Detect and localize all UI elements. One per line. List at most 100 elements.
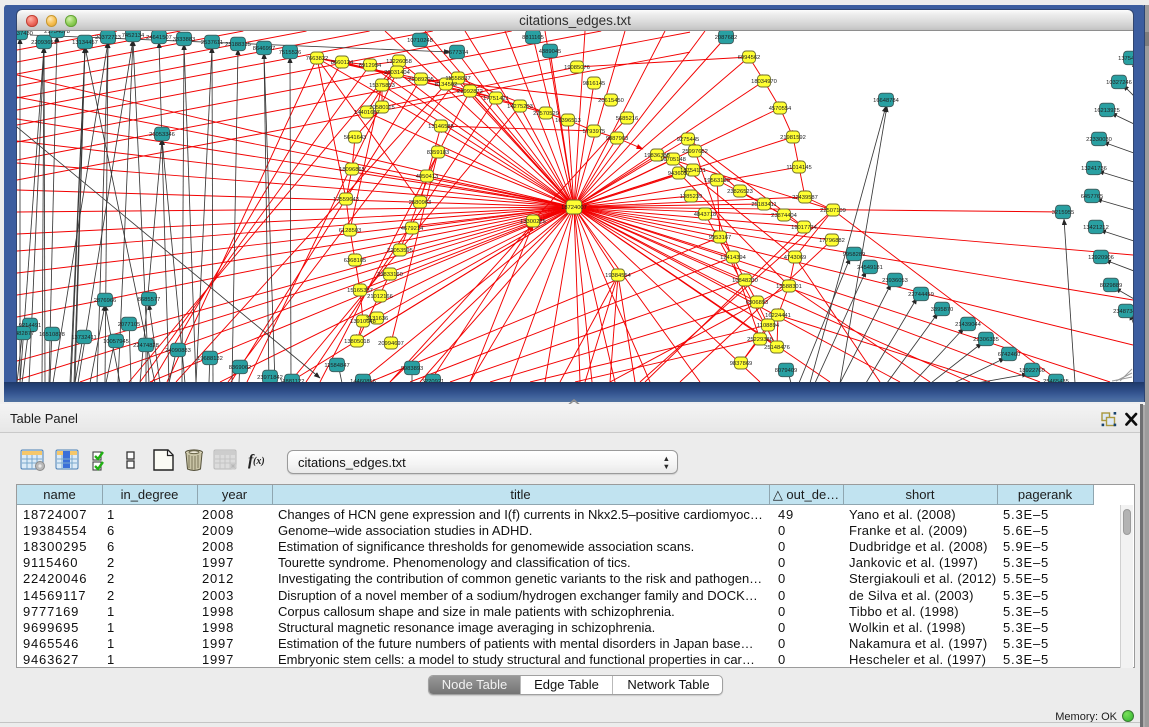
svg-text:11584847: 11584847 (324, 363, 349, 369)
svg-text:10710248: 10710248 (407, 38, 433, 44)
svg-text:8646997: 8646997 (253, 46, 276, 52)
svg-text:23188315: 23188315 (225, 42, 251, 48)
svg-text:8369062: 8369062 (229, 365, 252, 371)
svg-text:7515526: 7515526 (279, 50, 302, 56)
svg-text:17796882: 17796882 (819, 238, 845, 244)
svg-text:6306893: 6306893 (746, 300, 769, 306)
svg-text:8134562: 8134562 (435, 82, 458, 88)
svg-text:9887903: 9887903 (606, 136, 629, 142)
svg-text:10327246: 10327246 (1106, 80, 1132, 86)
svg-text:12920906: 12920906 (1088, 255, 1114, 261)
svg-text:14275203: 14275203 (507, 104, 533, 110)
svg-text:24090883: 24090883 (165, 348, 191, 354)
svg-text:18922760: 18922760 (1019, 368, 1045, 374)
svg-text:10848230: 10848230 (732, 278, 758, 284)
svg-text:18724007: 18724007 (561, 205, 587, 211)
svg-text:23826523: 23826523 (727, 189, 753, 195)
svg-text:13805018: 13805018 (344, 339, 370, 345)
svg-text:6368105: 6368105 (344, 258, 367, 264)
svg-text:1108894: 1108894 (757, 323, 780, 329)
svg-text:9953167: 9953167 (709, 235, 732, 241)
svg-text:24549181: 24549181 (857, 265, 883, 271)
svg-text:5685216: 5685216 (616, 116, 639, 122)
svg-text:17559643: 17559643 (333, 197, 359, 203)
svg-text:7663822: 7663822 (306, 56, 329, 62)
svg-text:22570529: 22570529 (533, 111, 559, 117)
svg-text:13146585: 13146585 (428, 124, 454, 130)
svg-text:9214491: 9214491 (19, 323, 42, 329)
svg-text:25148476: 25148476 (764, 345, 790, 351)
svg-text:25229388: 25229388 (747, 337, 773, 343)
svg-text:3220921: 3220921 (422, 379, 445, 382)
svg-text:22306335: 22306335 (973, 337, 999, 343)
svg-text:10837430: 10837430 (17, 31, 33, 37)
svg-text:19384554: 19384554 (605, 273, 632, 279)
svg-text:22507109: 22507109 (820, 208, 846, 214)
svg-text:19688132: 19688132 (197, 356, 223, 362)
svg-text:1385239: 1385239 (680, 194, 703, 200)
svg-text:8359183: 8359183 (427, 150, 450, 156)
svg-text:16648784: 16648784 (873, 98, 900, 104)
svg-text:8029889: 8029889 (1100, 283, 1123, 289)
svg-text:19017734: 19017734 (791, 225, 818, 231)
svg-text:25997682: 25997682 (682, 149, 708, 155)
svg-text:21981592: 21981592 (780, 135, 806, 141)
svg-text:8912954: 8912954 (359, 63, 382, 69)
svg-text:25089205: 25089205 (408, 77, 434, 83)
svg-text:24641507: 24641507 (146, 35, 172, 41)
svg-text:3215955: 3215955 (1052, 210, 1075, 216)
svg-text:16510878: 16510878 (39, 332, 65, 338)
svg-text:10057945: 10057945 (103, 339, 129, 345)
svg-text:22093651: 22093651 (31, 40, 57, 46)
svg-text:(x): (x) (253, 456, 265, 467)
svg-text:13421212: 13421212 (1083, 225, 1109, 231)
svg-text:2876966: 2876966 (94, 298, 117, 304)
svg-text:8685577: 8685577 (138, 297, 161, 303)
svg-text:13910648: 13910648 (350, 319, 376, 325)
svg-text:13754919: 13754919 (1118, 56, 1133, 62)
svg-text:4570554: 4570554 (769, 106, 792, 112)
svg-text:5641643: 5641643 (344, 135, 367, 141)
svg-text:23833160: 23833160 (377, 272, 403, 278)
svg-text:2087682: 2087682 (715, 35, 738, 41)
svg-text:18096865: 18096865 (339, 167, 365, 173)
svg-text:11881122: 11881122 (280, 379, 305, 382)
svg-text:13732411: 13732411 (71, 335, 96, 341)
svg-text:2537611: 2537611 (201, 40, 223, 46)
svg-text:14460856: 14460856 (350, 379, 376, 382)
svg-text:2580963: 2580963 (409, 200, 432, 206)
svg-text:25465435: 25465435 (1043, 379, 1069, 382)
svg-text:20372723: 20372723 (95, 35, 121, 41)
svg-text:9275445: 9275445 (677, 137, 700, 143)
svg-text:22474828: 22474828 (133, 343, 159, 349)
svg-text:16396513: 16396513 (555, 118, 581, 124)
svg-text:20615450: 20615450 (598, 98, 624, 104)
svg-text:4843718: 4843718 (694, 212, 717, 218)
svg-text:18034970: 18034970 (751, 79, 777, 85)
svg-text:4050413: 4050413 (416, 174, 439, 180)
svg-text:12414394: 12414394 (720, 255, 747, 261)
svg-text:23874404: 23874404 (771, 213, 798, 219)
svg-text:8079409: 8079409 (775, 368, 798, 374)
svg-text:9983893: 9983893 (401, 366, 424, 372)
svg-text:17751421: 17751421 (483, 96, 509, 102)
svg-text:22744459: 22744459 (908, 292, 934, 298)
svg-text:20031404: 20031404 (384, 70, 411, 76)
svg-text:9837869: 9837869 (730, 361, 753, 367)
svg-text:8811165: 8811165 (522, 35, 544, 41)
svg-text:20994697: 20994697 (378, 341, 404, 347)
svg-text:3677374: 3677374 (446, 50, 469, 56)
svg-text:19085076: 19085076 (564, 65, 590, 71)
svg-text:3333883: 3333883 (173, 37, 196, 43)
svg-text:15588301: 15588301 (776, 284, 802, 290)
svg-text:4389045: 4389045 (539, 49, 562, 55)
svg-text:22053595: 22053595 (387, 248, 413, 254)
svg-text:23936053: 23936053 (882, 278, 908, 284)
svg-text:21439044: 21439044 (955, 322, 982, 328)
svg-text:6128503: 6128503 (339, 228, 362, 234)
svg-text:11014145: 11014145 (786, 165, 811, 171)
svg-text:16224441: 16224441 (765, 313, 791, 319)
svg-text:4743069: 4743069 (784, 255, 807, 261)
svg-text:13241736: 13241736 (1081, 166, 1107, 172)
svg-text:21012166: 21012166 (367, 294, 393, 300)
